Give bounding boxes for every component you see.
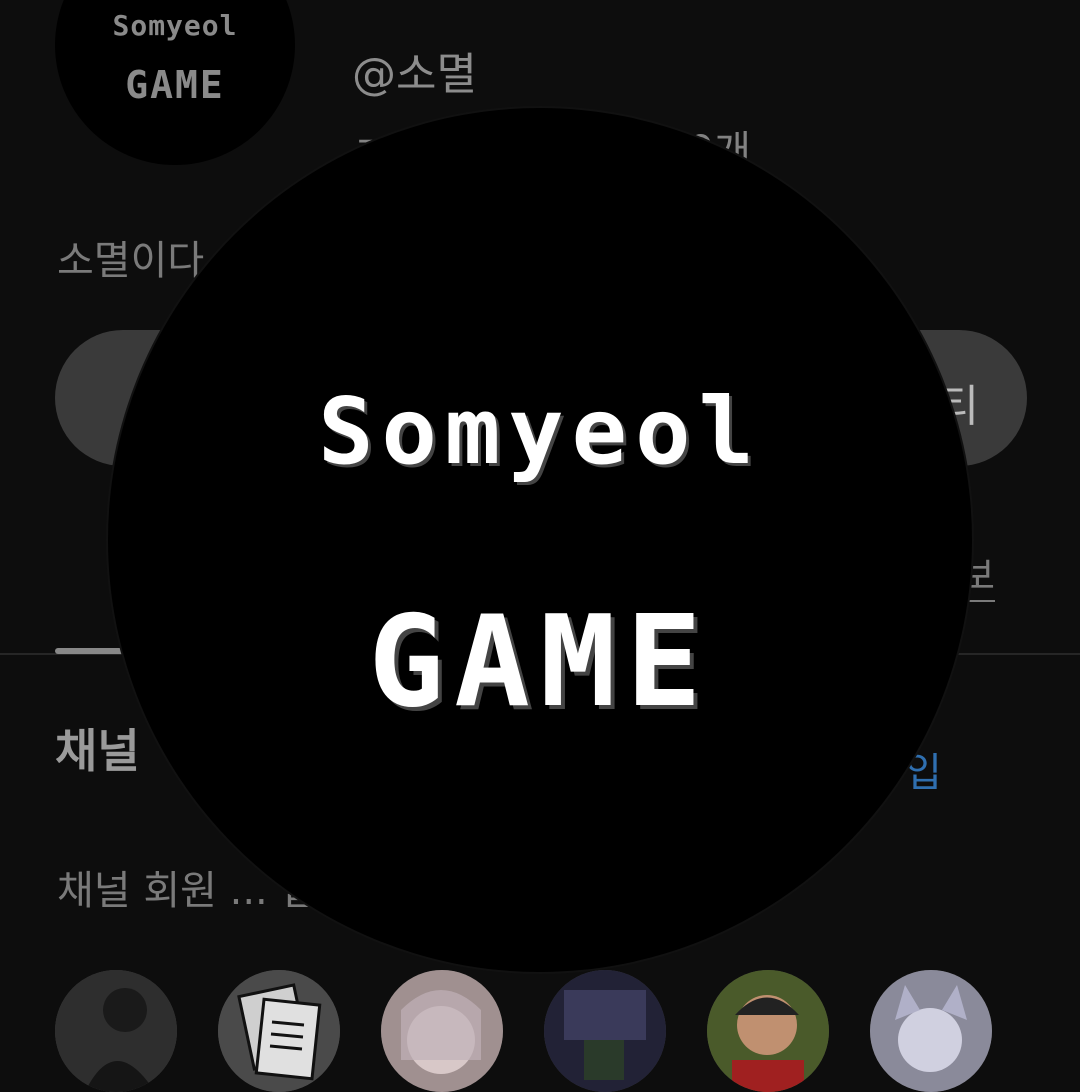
channel-handle: @소멸 xyxy=(352,49,477,100)
overlay-text-somyeol: Somyeol xyxy=(318,378,762,485)
member-avatar[interactable] xyxy=(707,970,829,1092)
member-avatar[interactable] xyxy=(870,970,992,1092)
avatar-text-line1: Somyeol xyxy=(112,9,238,42)
overlay-text-game: GAME xyxy=(368,588,712,735)
member-avatar[interactable] xyxy=(218,970,340,1092)
avatar-text-line2: GAME xyxy=(125,63,225,107)
member-photo-4 xyxy=(544,970,666,1092)
document-icon xyxy=(218,970,340,1092)
member-photo-1 xyxy=(55,970,177,1092)
member-avatar[interactable] xyxy=(55,970,177,1092)
member-avatar[interactable] xyxy=(544,970,666,1092)
member-photo-6 xyxy=(870,970,992,1092)
member-photo-5 xyxy=(707,970,829,1092)
enlarged-channel-avatar[interactable]: Somyeol GAME xyxy=(108,108,972,972)
channel-avatar[interactable]: Somyeol GAME xyxy=(55,0,295,165)
member-avatar[interactable] xyxy=(381,970,503,1092)
member-photo-3 xyxy=(381,970,503,1092)
channel-description[interactable]: 소멸이다 xyxy=(57,228,204,286)
